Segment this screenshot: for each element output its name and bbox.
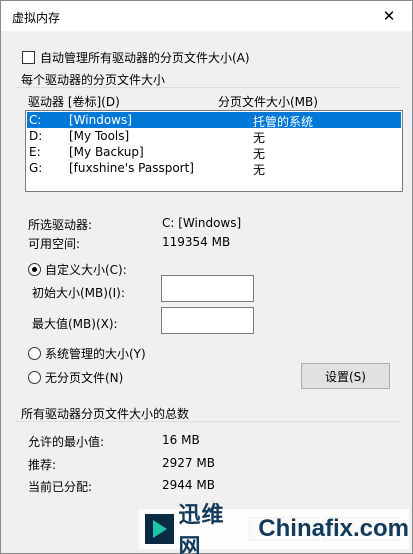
drive-volume-label: [Windows] xyxy=(69,113,132,127)
custom-size-label: 自定义大小(C): xyxy=(45,263,127,277)
drive-volume-label: [My Backup] xyxy=(69,145,144,159)
initial-size-label: 初始大小(MB)(I): xyxy=(32,286,125,300)
drive-volume-label: [fuxshine's Passport] xyxy=(69,161,194,175)
system-managed-radio-row[interactable]: 系统管理的大小(Y) xyxy=(28,345,146,362)
set-button[interactable]: 设置(S) xyxy=(301,363,390,389)
drive-row-d[interactable]: D: [My Tools] 无 xyxy=(27,128,401,145)
auto-manage-label: 自动管理所有驱动器的分页文件大小(A) xyxy=(40,51,250,65)
drive-row-c[interactable]: C: [Windows] 托管的系统 xyxy=(27,112,401,129)
drive-paging-size: 无 xyxy=(253,163,266,177)
drive-group-divider xyxy=(15,87,400,88)
custom-size-radio[interactable] xyxy=(28,263,41,276)
title-bar: 虚拟内存 ✕ xyxy=(1,1,412,31)
watermark-en-text: Chinafix.com xyxy=(258,515,409,542)
max-size-input[interactable] xyxy=(161,307,254,334)
close-icon: ✕ xyxy=(382,7,396,25)
drive-row-g[interactable]: G: [fuxshine's Passport] 无 xyxy=(27,160,401,177)
no-paging-radio-row[interactable]: 无分页文件(N) xyxy=(28,369,123,386)
min-allowed-value: 16 MB xyxy=(162,433,200,447)
watermark-logo-icon xyxy=(145,514,175,544)
column-header-drive: 驱动器 [卷标](D) xyxy=(28,95,120,109)
min-allowed-label: 允许的最小值: xyxy=(28,435,105,449)
auto-manage-checkbox[interactable] xyxy=(22,51,35,64)
system-managed-label: 系统管理的大小(Y) xyxy=(45,347,146,361)
auto-manage-checkbox-row[interactable]: 自动管理所有驱动器的分页文件大小(A) xyxy=(22,49,250,66)
no-paging-label: 无分页文件(N) xyxy=(45,371,124,385)
watermark-cn-text: 迅维网 xyxy=(178,503,225,554)
selected-drive-label: 所选驱动器: xyxy=(28,218,93,232)
drive-letter: E: xyxy=(29,145,41,159)
drive-list[interactable]: C: [Windows] 托管的系统 D: [My Tools] 无 E: [M… xyxy=(25,110,403,192)
drive-row-e[interactable]: E: [My Backup] 无 xyxy=(27,144,401,161)
virtual-memory-dialog: 虚拟内存 ✕ 自动管理所有驱动器的分页文件大小(A) 每个驱动器的分页文件大小 … xyxy=(0,0,413,554)
no-paging-radio[interactable] xyxy=(28,371,41,384)
watermark: 迅维网 Chinafix.com xyxy=(139,503,409,554)
drive-letter: G: xyxy=(29,161,43,175)
recommended-label: 推荐: xyxy=(28,458,57,472)
total-group-divider xyxy=(15,421,400,422)
selected-drive-value: C: [Windows] xyxy=(162,216,242,230)
total-group-label: 所有驱动器分页文件大小的总数 xyxy=(21,407,190,421)
drive-letter: D: xyxy=(29,129,43,143)
window-title: 虚拟内存 xyxy=(12,11,61,25)
drive-group-label: 每个驱动器的分页文件大小 xyxy=(21,73,166,87)
initial-size-input[interactable] xyxy=(161,275,254,302)
free-space-label: 可用空间: xyxy=(28,237,81,251)
custom-size-radio-row[interactable]: 自定义大小(C): xyxy=(28,261,127,278)
current-allocated-label: 当前已分配: xyxy=(28,480,93,494)
drive-letter: C: xyxy=(29,113,42,127)
drive-list-header: 驱动器 [卷标](D) 分页文件大小(MB) xyxy=(26,93,396,109)
recommended-value: 2927 MB xyxy=(162,456,215,470)
max-size-label: 最大值(MB)(X): xyxy=(32,317,118,331)
free-space-value: 119354 MB xyxy=(162,235,231,249)
close-button[interactable]: ✕ xyxy=(366,1,412,31)
system-managed-radio[interactable] xyxy=(28,347,41,360)
current-allocated-value: 2944 MB xyxy=(162,478,215,492)
column-header-size: 分页文件大小(MB) xyxy=(218,95,318,109)
drive-volume-label: [My Tools] xyxy=(69,129,130,143)
